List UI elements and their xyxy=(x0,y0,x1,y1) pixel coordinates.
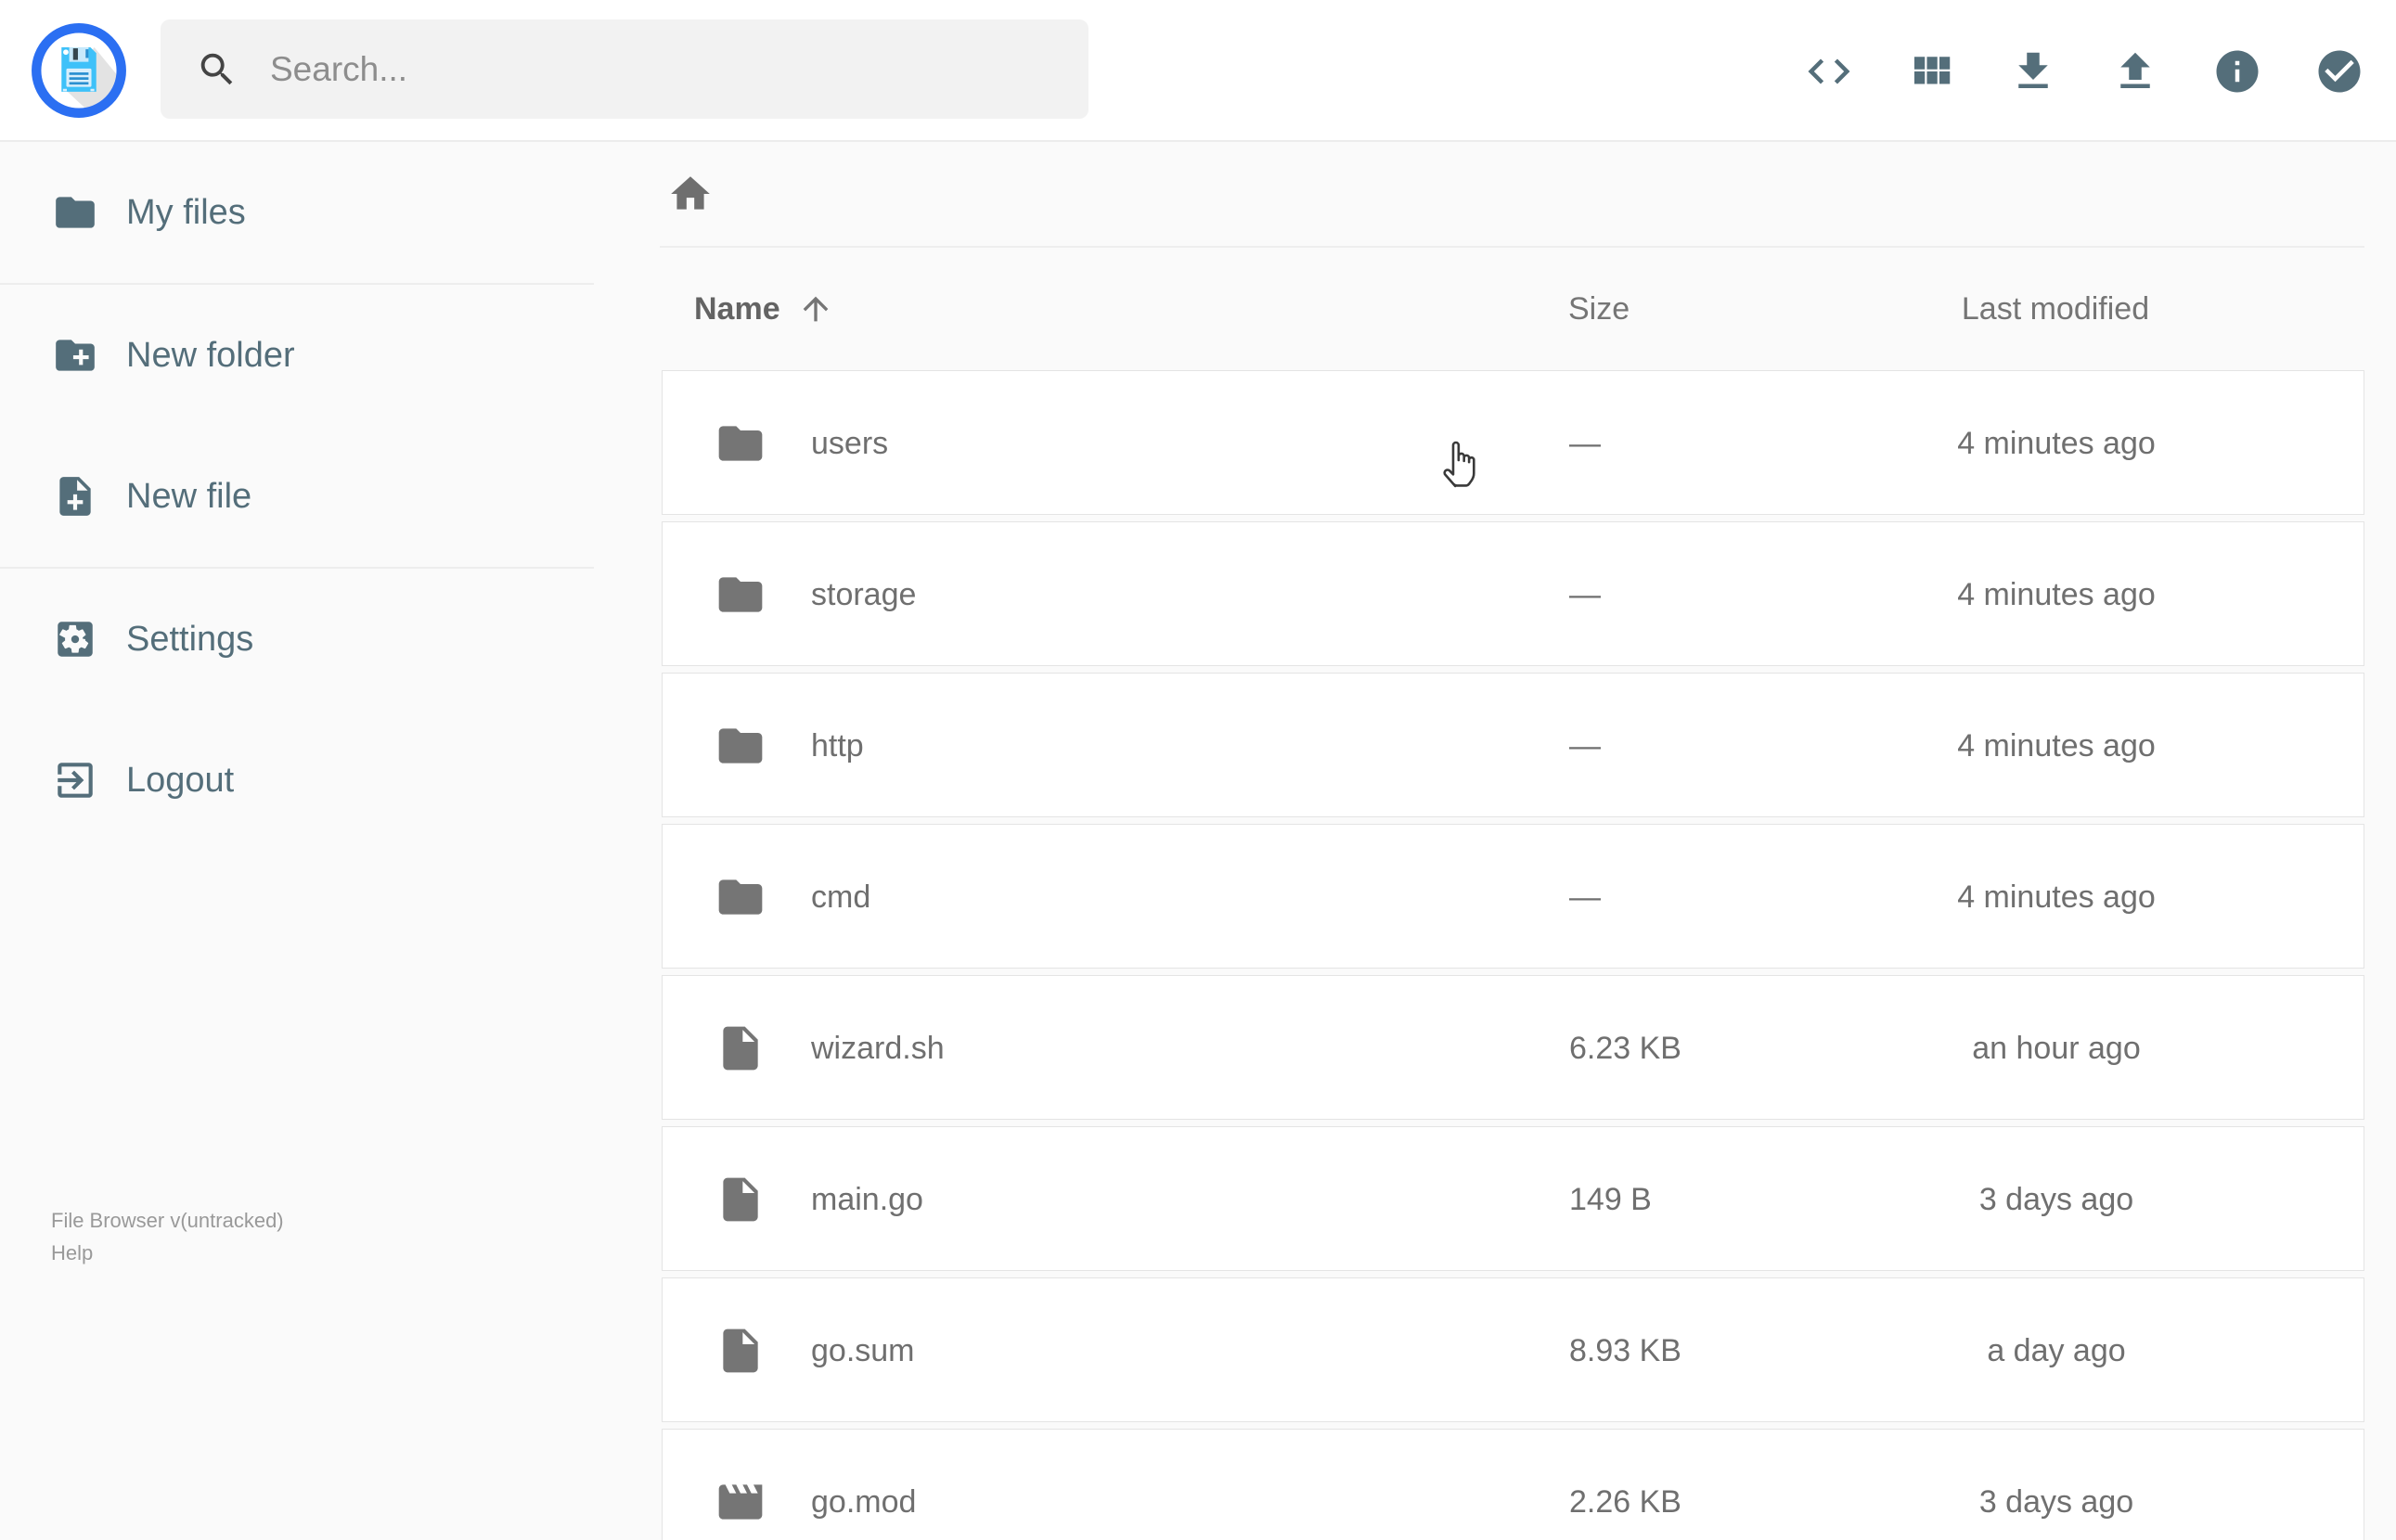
file-icon xyxy=(715,1022,766,1074)
file-row[interactable]: wizard.sh 6.23 KB an hour ago xyxy=(662,975,2364,1120)
upload-icon xyxy=(2120,52,2150,88)
sidebar-item-new-file[interactable]: New file xyxy=(0,426,594,567)
arrow-up-icon xyxy=(803,296,828,322)
info-button[interactable] xyxy=(2212,46,2262,96)
file-row[interactable]: go.sum 8.93 KB a day ago xyxy=(662,1277,2364,1422)
search-input[interactable] xyxy=(270,49,1059,89)
file-size: — xyxy=(1569,879,1601,915)
sidebar-item-label: Logout xyxy=(126,760,235,800)
folder-icon xyxy=(715,720,766,772)
new-folder-icon xyxy=(56,340,95,371)
code-icon xyxy=(1808,58,1850,83)
version-link[interactable]: File Browser v(untracked) xyxy=(51,1204,594,1237)
name-header-label: Name xyxy=(694,290,780,327)
help-link[interactable]: Help xyxy=(51,1237,594,1269)
settings-icon xyxy=(58,622,93,657)
file-modified: 3 days ago xyxy=(1978,1483,2134,1520)
top-bar xyxy=(0,0,2396,142)
folder-icon xyxy=(715,871,766,923)
toolbar xyxy=(1804,0,2364,142)
file-modified: 4 minutes ago xyxy=(1957,727,2156,764)
file-size: 6.23 KB xyxy=(1569,1030,1681,1066)
logout-icon xyxy=(58,763,93,798)
file-name: http xyxy=(811,727,864,764)
file-name: go.mod xyxy=(811,1483,917,1520)
file-modified: a day ago xyxy=(1987,1332,2126,1368)
file-row[interactable]: go.mod 2.26 KB 3 days ago xyxy=(662,1429,2364,1540)
sidebar-item-label: New folder xyxy=(126,335,295,375)
sidebar-item-settings[interactable]: Settings xyxy=(0,569,594,710)
grid-view-icon xyxy=(1914,56,1951,83)
code-view-button[interactable] xyxy=(1804,46,1854,96)
listing-rows: users — 4 minutes ago storage — 4 minute… xyxy=(662,370,2364,1540)
file-size: 8.93 KB xyxy=(1569,1332,1681,1368)
folder-icon xyxy=(56,197,95,228)
folder-icon xyxy=(715,569,766,621)
file-row[interactable]: storage — 4 minutes ago xyxy=(662,521,2364,666)
sort-by-modified-header[interactable]: Last modified xyxy=(1842,248,2269,370)
file-name: users xyxy=(811,425,889,461)
sidebar-footer: File Browser v(untracked) Help xyxy=(0,1204,594,1269)
download-icon xyxy=(2018,52,2048,88)
file-icon xyxy=(715,1174,766,1226)
file-modified: 4 minutes ago xyxy=(1957,425,2156,461)
search-bar[interactable] xyxy=(161,19,1089,119)
listing-header: Name Size Last modified xyxy=(662,248,2364,370)
file-listing-area: Name Size Last modified users — 4 minute… xyxy=(660,142,2364,1540)
sort-by-name-header[interactable]: Name xyxy=(694,248,834,370)
sidebar-item-label: Settings xyxy=(126,619,254,659)
file-row[interactable]: http — 4 minutes ago xyxy=(662,673,2364,817)
file-name: storage xyxy=(811,576,917,612)
breadcrumb-home-button[interactable] xyxy=(667,171,714,217)
file-row[interactable]: main.go 149 B 3 days ago xyxy=(662,1126,2364,1271)
select-multiple-button[interactable] xyxy=(2314,46,2364,96)
sidebar-item-label: My files xyxy=(126,192,246,232)
file-name: cmd xyxy=(811,879,871,915)
movie-icon xyxy=(715,1476,766,1528)
file-modified: 4 minutes ago xyxy=(1957,879,2156,915)
file-modified: an hour ago xyxy=(1972,1030,2141,1066)
file-icon xyxy=(715,1325,766,1377)
download-button[interactable] xyxy=(2008,46,2058,96)
sidebar: My files New folder New file Settings Lo… xyxy=(0,142,594,1264)
file-size: 149 B xyxy=(1569,1181,1652,1217)
folder-icon xyxy=(715,417,766,469)
file-modified: 4 minutes ago xyxy=(1957,576,2156,612)
sidebar-item-new-folder[interactable]: New folder xyxy=(0,285,594,426)
upload-button[interactable] xyxy=(2110,46,2160,96)
file-row[interactable]: users — 4 minutes ago xyxy=(662,370,2364,515)
file-modified: 3 days ago xyxy=(1978,1181,2134,1217)
new-file-icon xyxy=(59,477,91,516)
file-name: main.go xyxy=(811,1181,923,1217)
file-size: — xyxy=(1569,727,1601,764)
search-icon xyxy=(200,53,233,84)
file-name: wizard.sh xyxy=(811,1030,945,1066)
floppy-disk-logo-icon xyxy=(32,23,126,118)
grid-view-button[interactable] xyxy=(1906,46,1956,96)
file-size: — xyxy=(1569,576,1601,612)
sort-by-size-header[interactable]: Size xyxy=(1568,248,1630,370)
breadcrumb xyxy=(662,142,2364,246)
info-icon xyxy=(2216,50,2259,92)
file-size: — xyxy=(1569,425,1601,461)
check-circle-icon xyxy=(2318,50,2361,92)
sidebar-item-my-files[interactable]: My files xyxy=(0,142,594,283)
file-size: 2.26 KB xyxy=(1569,1483,1681,1520)
file-row[interactable]: cmd — 4 minutes ago xyxy=(662,824,2364,969)
sidebar-item-label: New file xyxy=(126,476,252,516)
filebrowser-logo[interactable] xyxy=(31,22,127,119)
home-icon xyxy=(671,176,710,210)
sidebar-item-logout[interactable]: Logout xyxy=(0,710,594,851)
file-name: go.sum xyxy=(811,1332,915,1368)
